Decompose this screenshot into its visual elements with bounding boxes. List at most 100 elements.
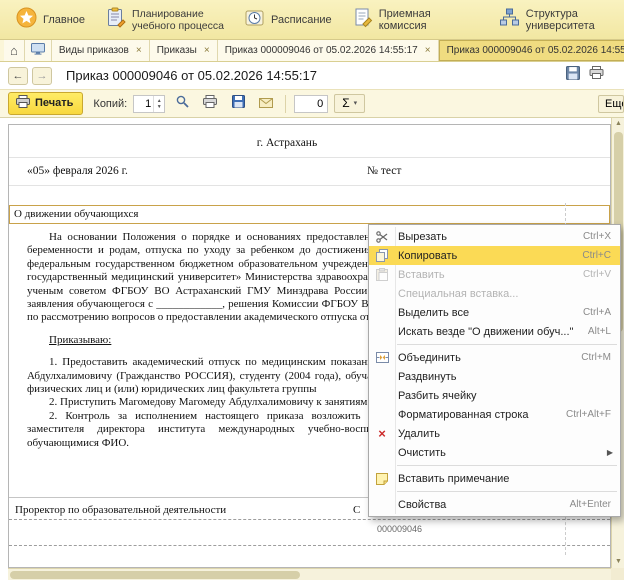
menu-item-shortcut: Ctrl+M: [573, 352, 620, 363]
menu-item-shortcut: Alt+L: [580, 326, 620, 337]
arrow-down-icon[interactable]: ▼: [157, 104, 162, 110]
sum-button[interactable]: Σ ▾: [334, 94, 365, 113]
signer-title: Проректор по образовательной деятельност…: [15, 504, 226, 516]
context-menu-item-expand[interactable]: Раздвинуть: [369, 367, 620, 386]
copies-value: 1: [134, 96, 153, 112]
scroll-up-icon[interactable]: ▲: [612, 118, 624, 130]
menu-item-label: Вырезать: [395, 231, 575, 243]
page-setup-button[interactable]: [199, 94, 221, 114]
context-menu-item-properties[interactable]: Свойства Alt+Enter: [369, 495, 620, 514]
context-menu-item-clear[interactable]: Очистить ▶: [369, 443, 620, 462]
menu-item-label: Раздвинуть: [395, 371, 603, 383]
tab-label: Приказ 000009046 от 05.02.2026 14:55:17: [447, 45, 624, 56]
signer-name: С: [353, 504, 360, 516]
back-button[interactable]: ←: [8, 67, 28, 85]
context-menu-separator: [397, 344, 617, 345]
grid-line: [9, 157, 610, 158]
monitor-icon: [31, 43, 45, 58]
submenu-arrow-icon: ▶: [607, 448, 620, 457]
grid-line: [9, 185, 610, 186]
tab-label: Приказ 000009046 от 05.02.2026 14:55:17: [225, 45, 418, 56]
menu-item-planning[interactable]: Планирование учебного процесса: [105, 7, 224, 33]
merge-cells-icon: [369, 352, 395, 363]
tab-orders[interactable]: Приказы ×: [150, 40, 218, 61]
page-break-line: [9, 519, 610, 520]
chevron-down-icon: ▾: [354, 99, 358, 107]
toolbar-separator: [285, 95, 286, 113]
menu-item-structure[interactable]: Структура университета: [499, 7, 624, 33]
context-menu-item-merge[interactable]: Объединить Ctrl+M: [369, 348, 620, 367]
printer-icon: [203, 95, 217, 113]
horizontal-scroll-thumb[interactable]: [10, 571, 300, 579]
menu-item-admission[interactable]: Приемная комиссия: [352, 7, 479, 33]
context-menu-item-select-all[interactable]: Выделить все Ctrl+A: [369, 303, 620, 322]
menu-item-label: Свойства: [395, 499, 562, 511]
print-button-label: Печать: [35, 97, 73, 109]
tab-order-document-2-active[interactable]: Приказ 000009046 от 05.02.2026 14:55:17 …: [439, 40, 624, 61]
floppy-icon: [232, 95, 245, 113]
context-menu-item-cut[interactable]: Вырезать Ctrl+X: [369, 227, 620, 246]
paste-icon: [369, 268, 395, 281]
envelope-icon: [259, 95, 273, 113]
zoom-button[interactable]: [171, 94, 193, 114]
tab-bar: ⌂ Виды приказов × Приказы × Приказ 00000…: [0, 40, 624, 62]
main-section-icon: [16, 7, 37, 33]
context-menu-item-delete[interactable]: × Удалить: [369, 424, 620, 443]
close-icon[interactable]: ×: [204, 45, 210, 56]
copy-icon: [369, 249, 395, 262]
print-icon[interactable]: [589, 66, 604, 85]
document-city: г. Астрахань: [9, 137, 565, 149]
menu-item-label: Структура университета: [526, 8, 624, 32]
menu-item-label: Расписание: [271, 14, 332, 26]
tab-order-types[interactable]: Виды приказов ×: [52, 40, 150, 61]
menu-item-shortcut: Ctrl+A: [575, 307, 620, 318]
page-title: Приказ 000009046 от 05.02.2026 14:55:17: [66, 68, 566, 83]
document-pen-icon: [352, 7, 373, 33]
selected-subject-cell[interactable]: О движении обучающихся: [9, 205, 610, 224]
scale-field[interactable]: 0: [294, 95, 328, 113]
menu-item-label: Специальная вставка...: [395, 288, 603, 300]
document-date: «05» февраля 2026 г.: [27, 165, 128, 177]
menu-item-label: Объединить: [395, 352, 573, 364]
menu-item-label: Искать везде "О движении обуч...": [395, 326, 580, 338]
delete-icon: ×: [369, 427, 395, 440]
copies-stepper[interactable]: 1 ▲ ▼: [133, 95, 165, 113]
magnifier-icon: [176, 95, 189, 113]
menu-item-shortcut: Ctrl+C: [574, 250, 620, 261]
context-menu-item-paste-special[interactable]: Специальная вставка...: [369, 284, 620, 303]
forward-button[interactable]: →: [32, 67, 52, 85]
close-icon[interactable]: ×: [425, 45, 431, 56]
context-menu-separator: [397, 465, 617, 466]
send-email-button[interactable]: [255, 94, 277, 114]
context-menu-item-insert-note[interactable]: Вставить примечание: [369, 469, 620, 488]
menu-item-label: Выделить все: [395, 307, 575, 319]
menu-item-label: Разбить ячейку: [395, 390, 603, 402]
context-menu-item-split-cell[interactable]: Разбить ячейку: [369, 386, 620, 405]
save-button[interactable]: [227, 94, 249, 114]
stepper-arrows[interactable]: ▲ ▼: [153, 96, 164, 112]
scroll-down-icon[interactable]: ▼: [612, 556, 624, 568]
scrollbar-corner: [611, 568, 624, 580]
menu-item-label: Вставить: [395, 269, 575, 281]
menu-item-main[interactable]: Главное: [16, 7, 85, 33]
tab-label: Приказы: [157, 45, 197, 56]
save-icon[interactable]: [566, 66, 580, 85]
copies-label: Копий:: [93, 98, 127, 110]
tab-home[interactable]: ⌂: [4, 40, 25, 61]
menu-item-label: Очистить: [395, 447, 607, 459]
tab-desktop[interactable]: [25, 40, 52, 61]
close-icon[interactable]: ×: [136, 45, 142, 56]
print-toolbar: Печать Копий: 1 ▲ ▼ 0 Σ ▾ Ещё: [0, 89, 624, 118]
tab-label: Виды приказов: [59, 45, 129, 56]
context-menu-item-paste[interactable]: Вставить Ctrl+V: [369, 265, 620, 284]
print-button[interactable]: Печать: [8, 92, 83, 115]
more-button[interactable]: Ещё: [598, 95, 624, 113]
tab-order-document-1[interactable]: Приказ 000009046 от 05.02.2026 14:55:17 …: [218, 40, 439, 61]
menu-item-schedule[interactable]: Расписание: [244, 7, 332, 33]
menu-item-label: Вставить примечание: [395, 473, 603, 485]
clock-icon: [244, 7, 265, 33]
context-menu-item-search-everywhere[interactable]: Искать везде "О движении обуч..." Alt+L: [369, 322, 620, 341]
context-menu-item-formatted-string[interactable]: Форматированная строка Ctrl+Alt+F: [369, 405, 620, 424]
horizontal-scrollbar[interactable]: [8, 568, 611, 580]
context-menu-item-copy[interactable]: Копировать Ctrl+C: [369, 246, 620, 265]
